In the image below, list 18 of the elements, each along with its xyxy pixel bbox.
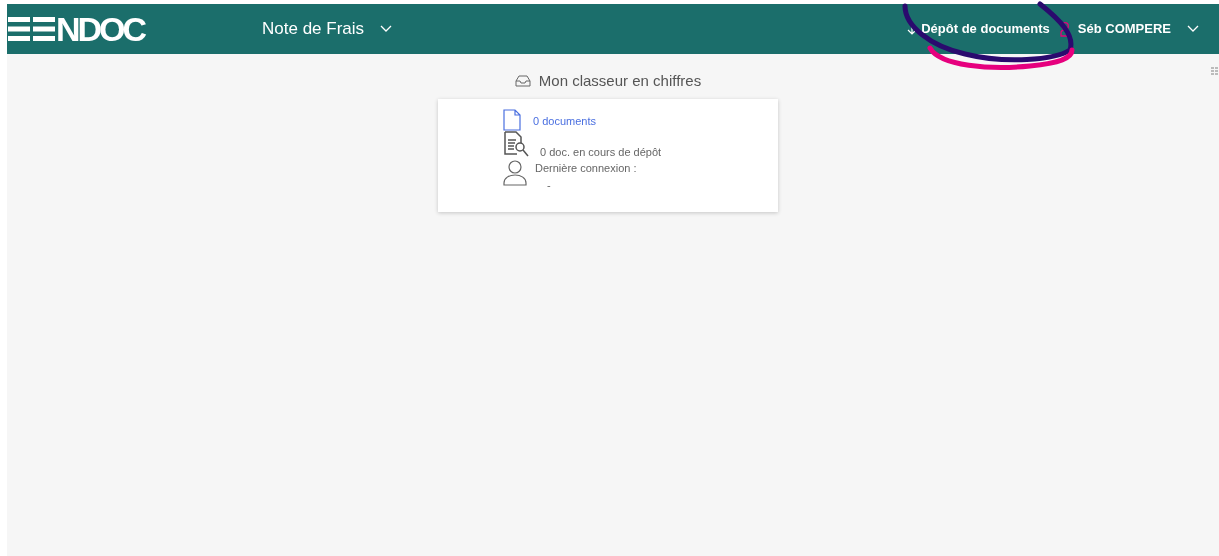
user-icon — [503, 160, 527, 186]
user-menu[interactable]: Séb COMPERE — [1059, 19, 1199, 39]
app-dropdown[interactable]: Note de Frais — [262, 16, 393, 42]
inbox-icon — [514, 75, 531, 88]
chevron-down-icon — [1187, 25, 1199, 33]
logo-text: NDOC — [56, 12, 145, 46]
chevron-down-icon — [380, 25, 393, 33]
document-search-icon — [503, 130, 529, 157]
stat-text: 0 documents — [533, 113, 596, 129]
stat-text: Dernière connexion : — [535, 161, 637, 176]
user-icon — [1059, 21, 1070, 37]
stat-value: - — [546, 177, 552, 193]
upload-documents-link[interactable]: Dépôt de documents — [907, 19, 1050, 39]
stat-text: 0 doc. en cours de dépôt — [540, 144, 662, 160]
grid-icon[interactable] — [1211, 67, 1218, 76]
panel-title: Mon classeur en chiffres — [538, 71, 702, 91]
logo-bars-icon — [8, 16, 56, 42]
document-icon — [503, 108, 521, 131]
